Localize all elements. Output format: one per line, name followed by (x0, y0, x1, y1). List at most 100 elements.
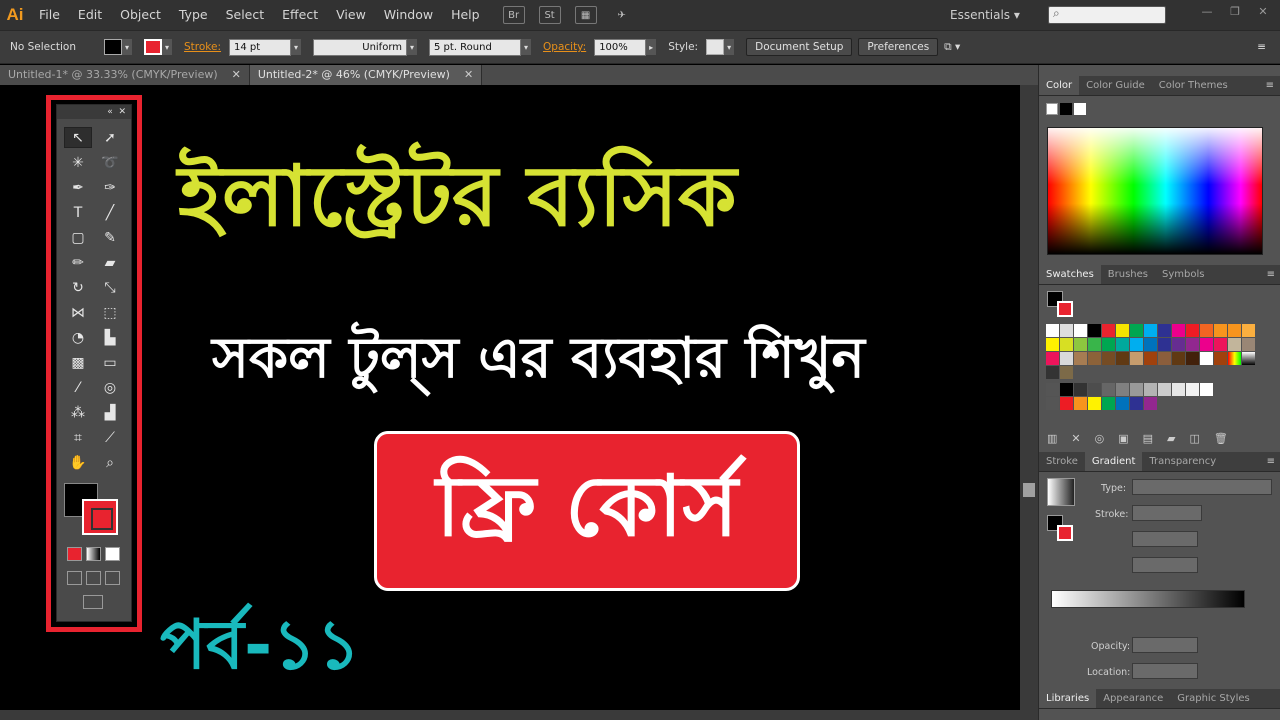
vertical-scrollbar[interactable] (1020, 85, 1038, 710)
draw-normal-icon[interactable] (67, 571, 82, 585)
stroke-dropdown-icon[interactable]: ▾ (162, 39, 173, 55)
eyedropper-tool-icon[interactable]: ⁄ (64, 377, 92, 398)
menu-help[interactable]: Help (442, 0, 489, 30)
document-setup-button[interactable]: Document Setup (746, 38, 853, 56)
swatch[interactable] (1088, 324, 1101, 337)
zoom-tool-icon[interactable]: ⌕ (96, 452, 124, 473)
edit-color-icon[interactable]: ▤ (1143, 432, 1153, 445)
opacity-label[interactable]: Opacity: (543, 41, 586, 53)
style-dropdown-icon[interactable]: ▾ (724, 39, 735, 55)
close-icon[interactable]: ✕ (232, 65, 241, 85)
type-tool-icon[interactable]: T (64, 202, 92, 223)
color-spectrum[interactable] (1047, 127, 1263, 255)
fill-color-swatch[interactable] (104, 39, 123, 55)
tab-untitled-2[interactable]: Untitled-2* @ 46% (CMYK/Preview) ✕ (249, 65, 483, 85)
swatch[interactable] (1158, 338, 1171, 351)
swatch[interactable] (1046, 366, 1059, 379)
workspace-switcher[interactable]: Essentials ▾ (950, 0, 1020, 30)
swatch[interactable] (1172, 352, 1185, 365)
swatch[interactable] (1060, 324, 1073, 337)
eraser-tool-icon[interactable]: ▰ (96, 252, 124, 273)
show-kinds-icon[interactable]: ✕ (1071, 432, 1080, 445)
free-transform-tool-icon[interactable]: ⬚ (96, 302, 124, 323)
menu-object[interactable]: Object (111, 0, 170, 30)
arrange-icon[interactable]: ⧉ ▾ (944, 41, 960, 54)
screen-mode-icon[interactable] (83, 595, 103, 609)
symbol-sprayer-tool-icon[interactable]: ⁂ (64, 402, 92, 423)
swatch-libraries-icon[interactable]: ▥ (1047, 432, 1057, 445)
panel-menu-icon[interactable]: ≡ (1266, 76, 1280, 95)
tab-untitled-1[interactable]: Untitled-1* @ 33.33% (CMYK/Preview) ✕ (0, 65, 250, 85)
lasso-tool-icon[interactable]: ➰ (96, 152, 124, 173)
swatch[interactable] (1116, 324, 1129, 337)
swatch[interactable] (1046, 338, 1059, 351)
menu-file[interactable]: File (30, 0, 69, 30)
tab-color-guide[interactable]: Color Guide (1079, 76, 1152, 95)
swatch[interactable] (1200, 338, 1213, 351)
swatch[interactable] (1186, 324, 1199, 337)
gradient-slider[interactable] (1051, 590, 1245, 608)
swatch[interactable] (1060, 352, 1073, 365)
panel-menu-icon[interactable]: ≡ (1257, 41, 1266, 53)
swatch[interactable] (1158, 324, 1171, 337)
swatch[interactable] (1200, 383, 1213, 396)
menu-type[interactable]: Type (170, 0, 217, 30)
swatch[interactable] (1102, 397, 1115, 410)
gradient-location-input[interactable] (1132, 663, 1198, 679)
swatch[interactable] (1046, 352, 1059, 365)
arrange-documents-icon[interactable]: ▦ (574, 6, 597, 24)
color-mode-icon[interactable] (67, 547, 82, 561)
swatch[interactable] (1074, 338, 1087, 351)
rotate-tool-icon[interactable]: ↻ (64, 277, 92, 298)
pencil-tool-icon[interactable]: ✏ (64, 252, 92, 273)
swatch[interactable] (1046, 383, 1059, 396)
swatch[interactable] (1088, 338, 1101, 351)
swatch[interactable] (1074, 397, 1087, 410)
minimize-icon[interactable]: — (1196, 4, 1218, 20)
swatch[interactable] (1242, 324, 1255, 337)
swatch[interactable] (1130, 397, 1143, 410)
menu-view[interactable]: View (327, 0, 375, 30)
swatch[interactable] (1088, 383, 1101, 396)
stock-icon[interactable]: St (538, 6, 561, 24)
profile-dropdown-icon[interactable]: ▾ (407, 39, 418, 55)
menu-window[interactable]: Window (375, 0, 442, 30)
new-color-group-icon[interactable]: ▣ (1118, 432, 1128, 445)
swatch[interactable] (1144, 324, 1157, 337)
swatch[interactable] (1200, 352, 1213, 365)
none-swatch[interactable] (1046, 103, 1058, 115)
new-swatch-icon[interactable]: ◫ (1190, 432, 1200, 445)
swatch[interactable] (1144, 383, 1157, 396)
panel-menu-icon[interactable]: ≡ (1267, 452, 1280, 471)
swatch[interactable] (1172, 383, 1185, 396)
tab-libraries[interactable]: Libraries (1039, 689, 1097, 708)
opacity-dropdown-icon[interactable]: ▸ (646, 39, 657, 55)
gradient-tool-icon[interactable]: ▭ (96, 352, 124, 373)
selection-tool-icon[interactable]: ↖ (64, 127, 92, 148)
black-swatch[interactable] (1060, 103, 1072, 115)
help-search-input[interactable]: ⌕ (1048, 6, 1166, 24)
scroll-thumb[interactable] (1023, 483, 1035, 497)
tools-panel-header[interactable]: « ✕ (57, 105, 131, 119)
swatch[interactable] (1046, 397, 1059, 410)
magic-wand-tool-icon[interactable]: ✳ (64, 152, 92, 173)
swatch[interactable] (1228, 324, 1241, 337)
perspective-grid-tool-icon[interactable]: ▙ (96, 327, 124, 348)
swatch[interactable] (1102, 383, 1115, 396)
folder-icon[interactable]: ▰ (1167, 432, 1175, 445)
stroke-gradient-options[interactable] (1132, 505, 1202, 521)
panel-menu-icon[interactable]: ≡ (1267, 265, 1280, 284)
draw-behind-icon[interactable] (86, 571, 101, 585)
curvature-tool-icon[interactable]: ✑ (96, 177, 124, 198)
tab-color-themes[interactable]: Color Themes (1152, 76, 1235, 95)
menu-select[interactable]: Select (217, 0, 274, 30)
graphic-style-swatch[interactable] (706, 39, 725, 55)
swatch[interactable] (1130, 338, 1143, 351)
swatch[interactable] (1130, 352, 1143, 365)
gradient-preview[interactable] (1047, 478, 1075, 506)
variable-width-profile[interactable]: Uniform (313, 38, 408, 56)
opacity-input[interactable]: 100% (594, 38, 647, 56)
tab-color[interactable]: Color (1039, 76, 1080, 95)
swatch[interactable] (1158, 383, 1171, 396)
paintbrush-tool-icon[interactable]: ✎ (96, 227, 124, 248)
